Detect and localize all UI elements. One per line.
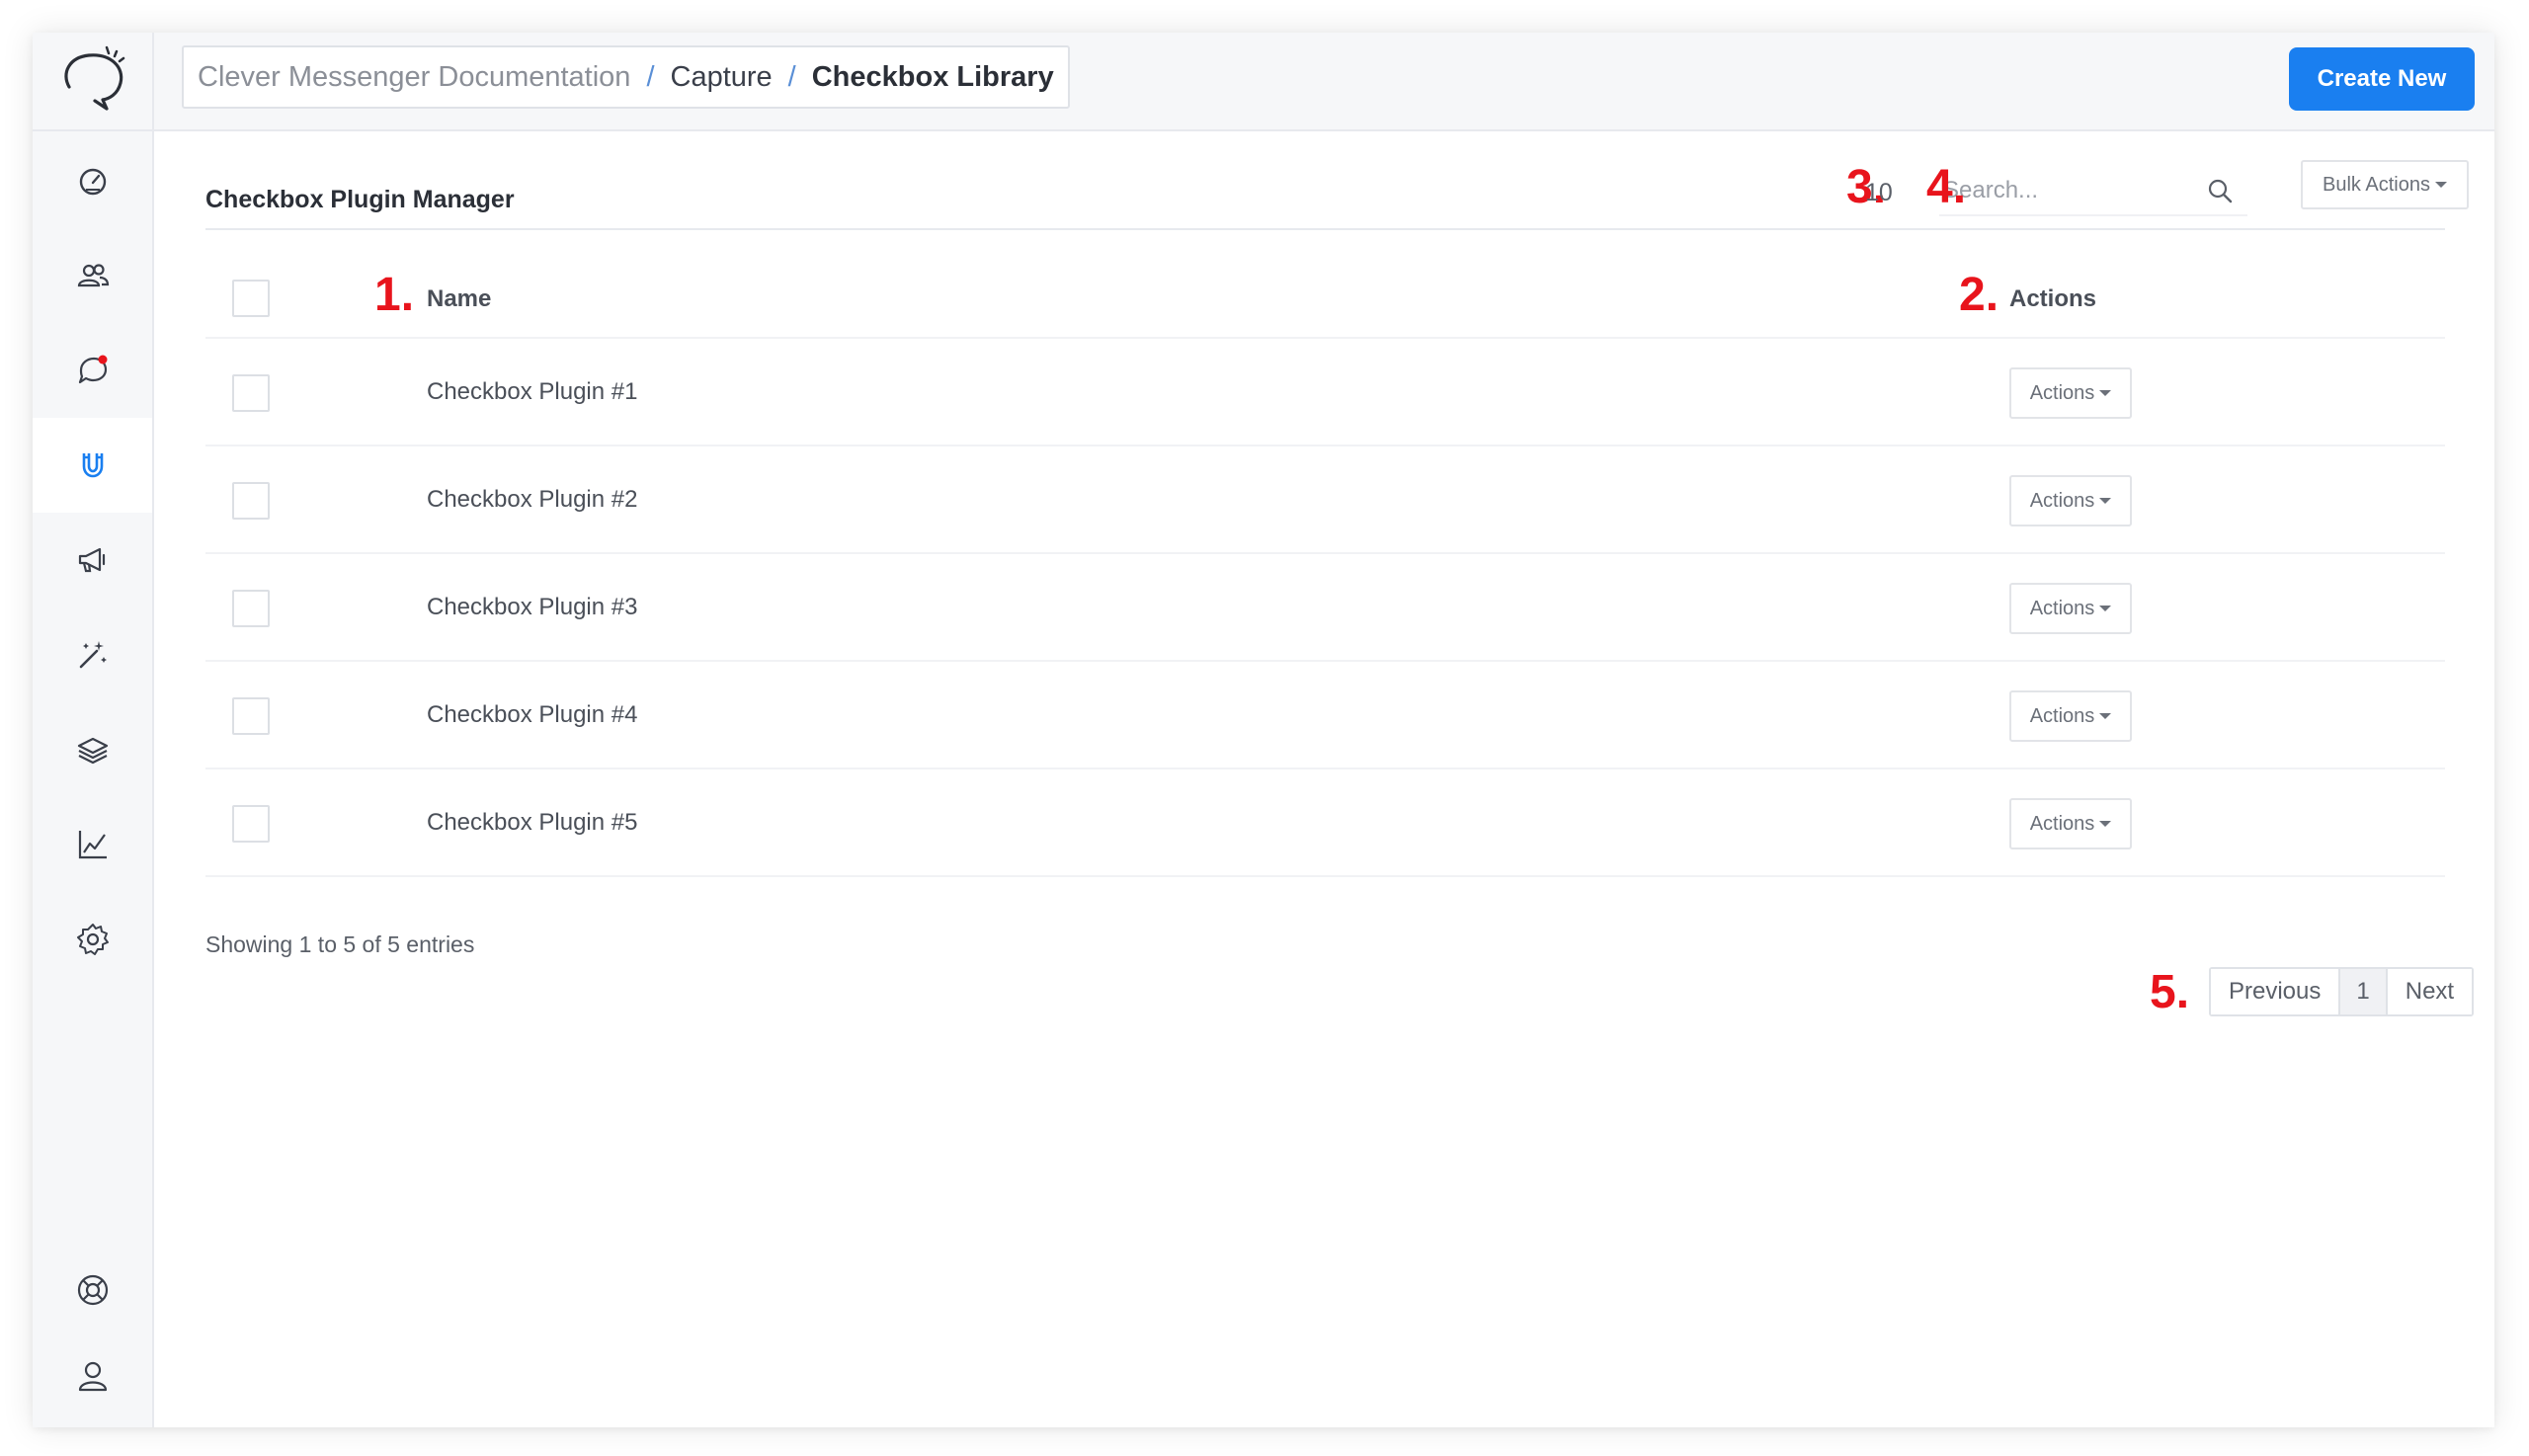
search-input[interactable] bbox=[1939, 167, 2206, 214]
annotation-2: 2. bbox=[1959, 269, 1999, 321]
speech-bubble-logo-icon bbox=[63, 45, 124, 111]
plugin-table: 1. Name 2. Actions Checkbox Plugin #1 Ac… bbox=[205, 230, 2445, 877]
sidebar-item-support[interactable] bbox=[33, 1243, 152, 1337]
caret-down-icon bbox=[2099, 606, 2112, 612]
row-actions-button[interactable]: Actions bbox=[2009, 690, 2132, 742]
table-row: Checkbox Plugin #4 Actions bbox=[205, 662, 2445, 769]
plugin-name: Checkbox Plugin #3 bbox=[427, 594, 638, 620]
app-logo[interactable] bbox=[33, 33, 152, 131]
breadcrumb-separator: / bbox=[787, 60, 796, 93]
sidebar-item-broadcast[interactable] bbox=[33, 513, 152, 607]
caret-down-icon bbox=[2099, 498, 2112, 505]
breadcrumb-item-checkbox-library: Checkbox Library bbox=[811, 60, 1054, 93]
sidebar-item-capture[interactable] bbox=[33, 418, 152, 513]
row-actions-button[interactable]: Actions bbox=[2009, 367, 2132, 419]
magnet-icon bbox=[82, 453, 103, 478]
previous-page-button[interactable]: Previous bbox=[2211, 969, 2339, 1014]
row-checkbox[interactable] bbox=[232, 697, 270, 735]
gear-icon bbox=[76, 924, 109, 955]
users-icon bbox=[77, 264, 109, 287]
plugin-name: Checkbox Plugin #1 bbox=[427, 378, 638, 405]
main-content: Checkbox Plugin Manager 3. 10 4. Bulk Ac… bbox=[154, 131, 2494, 1427]
row-actions-button[interactable]: Actions bbox=[2009, 583, 2132, 634]
sidebar-item-analytics[interactable] bbox=[33, 797, 152, 892]
app-window: Clever Messenger Documentation / Capture… bbox=[33, 33, 2494, 1427]
line-chart-icon bbox=[78, 831, 107, 859]
breadcrumb: Clever Messenger Documentation / Capture… bbox=[182, 45, 1070, 109]
sidebar-item-users[interactable] bbox=[33, 228, 152, 323]
row-checkbox[interactable] bbox=[232, 482, 270, 520]
page-number-button[interactable]: 1 bbox=[2338, 969, 2388, 1014]
page-length-select[interactable]: 10 bbox=[1865, 179, 1893, 207]
plugin-name: Checkbox Plugin #5 bbox=[427, 809, 638, 836]
breadcrumb-item-capture[interactable]: Capture bbox=[671, 61, 773, 94]
table-row: Checkbox Plugin #5 Actions bbox=[205, 769, 2445, 877]
sidebar-item-settings[interactable] bbox=[33, 892, 152, 987]
magic-wand-icon bbox=[79, 641, 107, 669]
pagination: Previous 1 Next bbox=[2209, 967, 2475, 1016]
caret-down-icon bbox=[2099, 821, 2112, 828]
annotation-5: 5. bbox=[2150, 966, 2190, 1018]
table-row: Checkbox Plugin #1 Actions bbox=[205, 339, 2445, 446]
row-actions-label: Actions bbox=[2029, 704, 2095, 727]
user-icon bbox=[78, 1361, 107, 1392]
breadcrumb-item-documentation[interactable]: Clever Messenger Documentation bbox=[198, 61, 630, 94]
row-actions-label: Actions bbox=[2029, 489, 2095, 512]
column-header-name[interactable]: Name bbox=[427, 285, 491, 313]
sidebar-item-dashboard[interactable] bbox=[33, 133, 152, 228]
row-checkbox[interactable] bbox=[232, 590, 270, 627]
row-actions-label: Actions bbox=[2029, 812, 2095, 835]
sidebar-item-automation[interactable] bbox=[33, 607, 152, 702]
caret-down-icon bbox=[2099, 390, 2112, 397]
breadcrumb-separator: / bbox=[646, 60, 655, 93]
row-actions-button[interactable]: Actions bbox=[2009, 475, 2132, 526]
row-actions-button[interactable]: Actions bbox=[2009, 798, 2132, 849]
row-checkbox[interactable] bbox=[232, 805, 270, 843]
plugin-name: Checkbox Plugin #2 bbox=[427, 486, 638, 513]
caret-down-icon bbox=[2434, 182, 2447, 189]
sidebar-item-layers[interactable] bbox=[33, 702, 152, 797]
create-new-button[interactable]: Create New bbox=[2289, 47, 2475, 111]
row-actions-label: Actions bbox=[2029, 597, 2095, 619]
sidebar-item-account[interactable] bbox=[33, 1329, 152, 1423]
caret-down-icon bbox=[2099, 713, 2112, 720]
row-checkbox[interactable] bbox=[232, 374, 270, 412]
megaphone-icon bbox=[78, 547, 105, 573]
table-row: Checkbox Plugin #2 Actions bbox=[205, 446, 2445, 554]
column-header-actions: Actions bbox=[2009, 285, 2097, 312]
annotation-1: 1. bbox=[374, 269, 415, 321]
panel-title: Checkbox Plugin Manager bbox=[205, 186, 515, 213]
search-box bbox=[1939, 167, 2247, 216]
select-all-checkbox[interactable] bbox=[232, 280, 270, 317]
table-header-row: 1. Name 2. Actions bbox=[205, 230, 2445, 339]
top-bar: Clever Messenger Documentation / Capture… bbox=[154, 33, 2494, 131]
table-row: Checkbox Plugin #3 Actions bbox=[205, 554, 2445, 662]
bulk-actions-button[interactable]: Bulk Actions bbox=[2301, 160, 2469, 209]
bulk-actions-label: Bulk Actions bbox=[2323, 173, 2430, 196]
search-icon[interactable] bbox=[2206, 177, 2234, 204]
next-page-button[interactable]: Next bbox=[2387, 969, 2473, 1014]
lifebuoy-icon bbox=[77, 1274, 108, 1306]
plugin-name: Checkbox Plugin #4 bbox=[427, 701, 638, 728]
chat-bubble-icon bbox=[78, 355, 107, 384]
entries-summary: Showing 1 to 5 of 5 entries bbox=[205, 931, 475, 957]
sidebar-item-messages[interactable] bbox=[33, 323, 152, 418]
gauge-icon bbox=[79, 168, 106, 196]
annotation-4: 4. bbox=[1926, 161, 1967, 213]
layers-icon bbox=[77, 737, 108, 765]
sidebar bbox=[33, 33, 154, 1427]
row-actions-label: Actions bbox=[2029, 381, 2095, 404]
